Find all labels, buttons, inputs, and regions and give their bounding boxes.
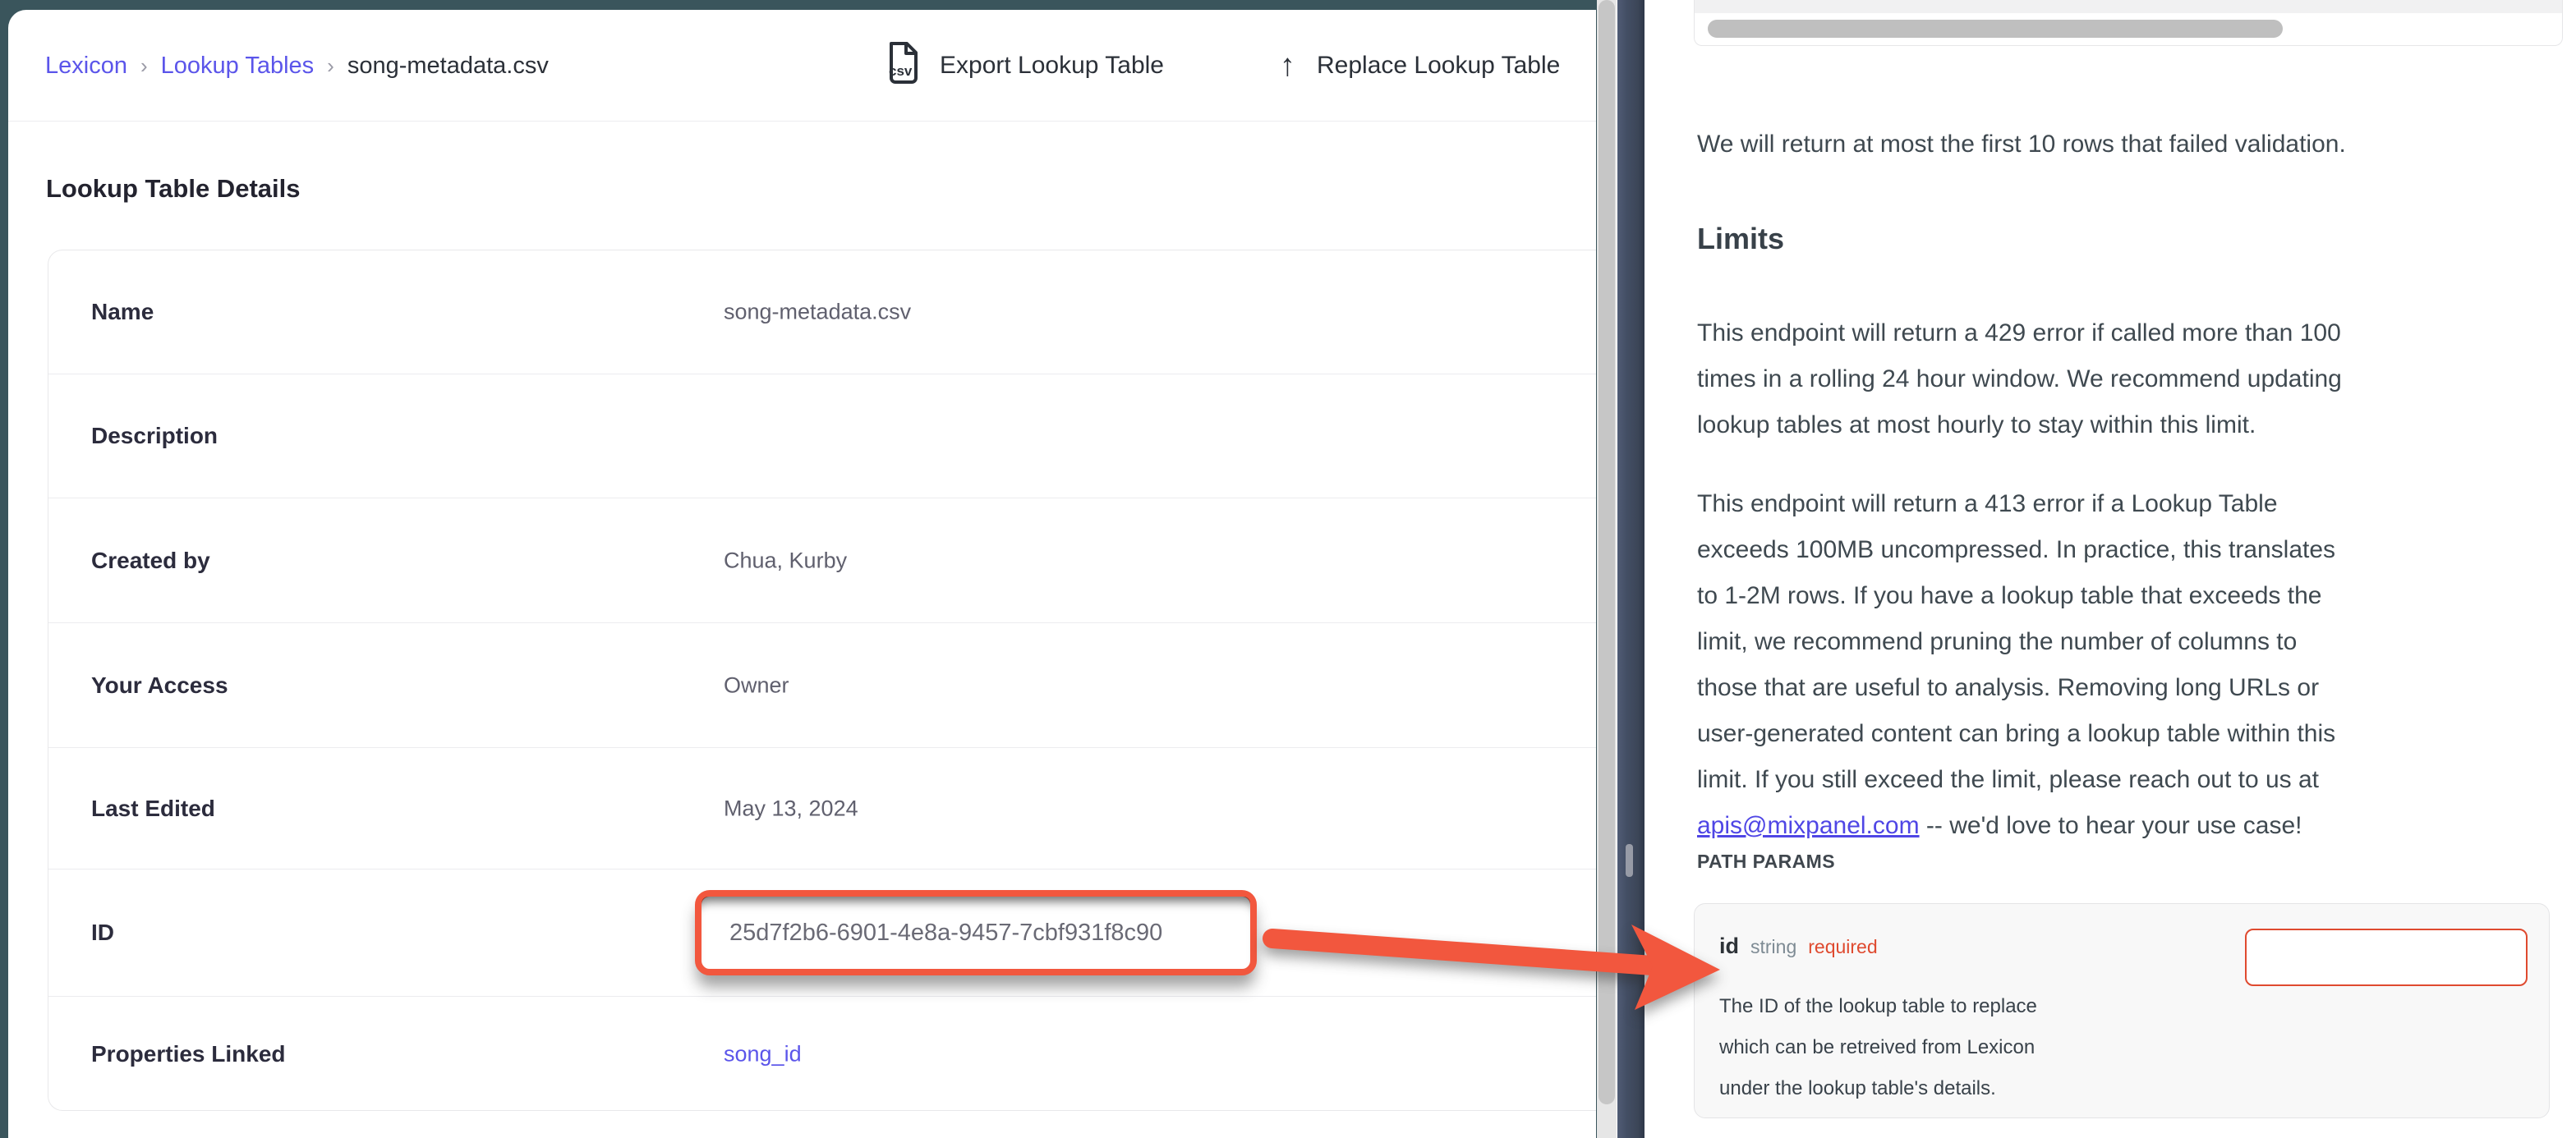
chevron-right-icon: › <box>327 53 334 79</box>
limits-heading: Limits <box>1697 222 1784 256</box>
upload-arrow-icon: ↑ <box>1280 50 1295 81</box>
row-value: Owner <box>724 672 789 698</box>
table-row-last-edited: Last Edited May 13, 2024 <box>48 748 1596 870</box>
export-lookup-table-button[interactable]: csv Export Lookup Table <box>886 10 1164 122</box>
chevron-right-icon: › <box>140 53 148 79</box>
paragraph-text: -- we'd love to hear your use case! <box>1920 812 2302 839</box>
limits-paragraph-413: This endpoint will return a 413 error if… <box>1697 481 2535 849</box>
id-param-input[interactable] <box>2245 929 2528 986</box>
scrollbar-thumb[interactable] <box>1598 0 1615 1104</box>
row-value: May 13, 2024 <box>724 796 858 821</box>
row-value: Chua, Kurby <box>724 548 847 573</box>
api-docs-panel: We will return at most the first 10 rows… <box>1694 0 2576 1138</box>
replace-button-label: Replace Lookup Table <box>1317 52 1560 80</box>
lookup-table-details-page: Lexicon › Lookup Tables › song-metadata.… <box>8 10 1596 1138</box>
param-type: string <box>1750 936 1796 958</box>
page-title: Lookup Table Details <box>46 174 300 204</box>
breadcrumb-lexicon[interactable]: Lexicon <box>45 53 127 80</box>
window-divider-bar <box>1617 0 1644 1138</box>
svg-text:csv: csv <box>889 63 913 79</box>
app-window-chrome: Lexicon › Lookup Tables › song-metadata.… <box>0 0 1597 1138</box>
code-block-bottom-edge <box>1694 0 2563 46</box>
row-label: Last Edited <box>91 796 215 822</box>
param-description: The ID of the lookup table to replace wh… <box>1719 986 2229 1109</box>
table-row-description: Description <box>48 374 1596 498</box>
breadcrumb: Lexicon › Lookup Tables › song-metadata.… <box>45 10 549 122</box>
breadcrumb-lookup-tables[interactable]: Lookup Tables <box>161 53 315 80</box>
table-row-name: Name song-metadata.csv <box>48 250 1596 374</box>
table-row-your-access: Your Access Owner <box>48 623 1596 748</box>
page-topbar: Lexicon › Lookup Tables › song-metadata.… <box>8 10 1596 122</box>
param-name: id <box>1719 934 1739 959</box>
row-label: Your Access <box>91 672 228 699</box>
row-label: Properties Linked <box>91 1041 286 1067</box>
code-block-footer <box>1694 0 2563 13</box>
row-label: ID <box>91 920 114 946</box>
apis-mixpanel-email-link[interactable]: apis@mixpanel.com <box>1697 812 1920 839</box>
row-label: Description <box>91 423 218 449</box>
details-table: Name song-metadata.csv Description Creat… <box>48 250 1596 1111</box>
table-row-id: ID 25d7f2b6-6901-4e8a-9457-7cbf931f8c90 <box>48 870 1596 997</box>
table-row-created-by: Created by Chua, Kurby <box>48 498 1596 623</box>
id-annotation-highlight-box: 25d7f2b6-6901-4e8a-9457-7cbf931f8c90 <box>695 890 1257 975</box>
path-param-card-id: id string required The ID of the lookup … <box>1694 903 2550 1118</box>
param-header: id string required <box>1719 934 1878 959</box>
row-label: Created by <box>91 548 210 574</box>
limits-paragraph-429: This endpoint will return a 429 error if… <box>1697 310 2535 448</box>
docs-intro-paragraph: We will return at most the first 10 rows… <box>1697 122 2535 167</box>
row-value: song-metadata.csv <box>724 300 911 325</box>
horizontal-scrollbar[interactable] <box>1694 13 2563 46</box>
path-params-section-label: PATH PARAMS <box>1697 851 1835 873</box>
song-id-property-link[interactable]: song_id <box>724 1042 802 1067</box>
table-row-properties-linked: Properties Linked song_id <box>48 997 1596 1112</box>
replace-lookup-table-button[interactable]: ↑ Replace Lookup Table <box>1280 10 1560 122</box>
lookup-table-id-value: 25d7f2b6-6901-4e8a-9457-7cbf931f8c90 <box>702 897 1250 969</box>
paragraph-text: This endpoint will return a 413 error if… <box>1697 490 2335 793</box>
breadcrumb-current-file: song-metadata.csv <box>347 53 549 80</box>
scrollbar-thumb[interactable] <box>1708 20 2283 38</box>
left-panel-vertical-scrollbar[interactable] <box>1597 0 1617 1138</box>
row-label: Name <box>91 299 154 325</box>
csv-file-icon: csv <box>886 41 918 90</box>
export-button-label: Export Lookup Table <box>940 52 1164 80</box>
divider-scrollbar-thumb[interactable] <box>1626 844 1633 877</box>
param-required-badge: required <box>1808 936 1877 958</box>
